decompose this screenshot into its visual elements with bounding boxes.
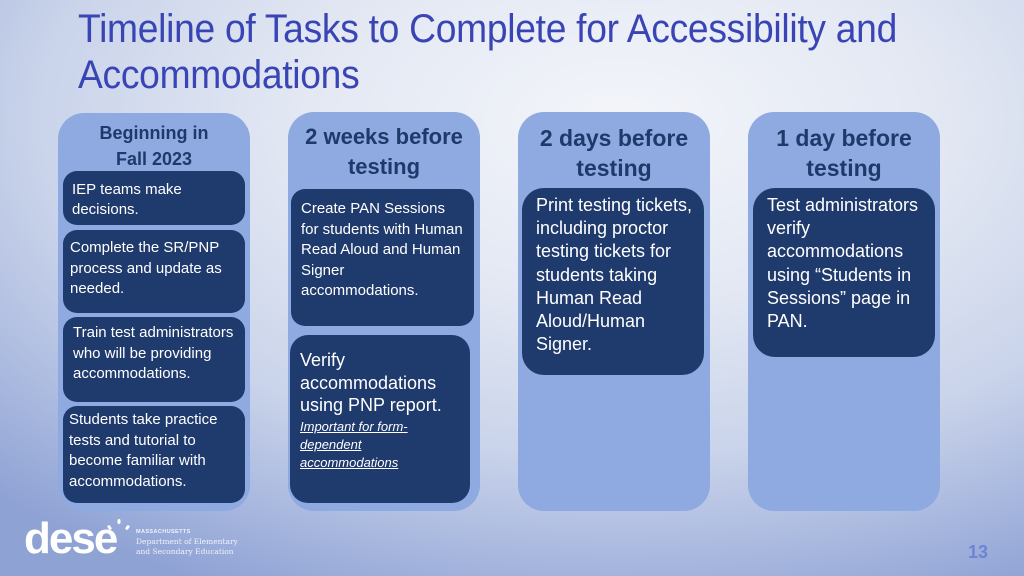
logo-org-line1: Department of Elementary [136, 537, 238, 546]
timeline-column-1-day: 1 day before testing Test administrators… [748, 112, 940, 511]
column-heading: Beginning in Fall 2023 [99, 123, 209, 169]
task-text: Complete the SR/PNP process and update a… [70, 239, 222, 297]
task-text: Create PAN Sessions for students with Hu… [301, 200, 463, 299]
task-text: Students take practice tests and tutoria… [69, 411, 218, 490]
task-text: Train test administrators who will be pr… [73, 324, 234, 382]
logo-wordmark: dese [24, 514, 118, 563]
task-text: Verify accommodations using PNP report. [300, 350, 442, 415]
task-box: Print testing tickets, including proctor… [522, 188, 704, 375]
task-box: Test administrators verify accommodation… [753, 188, 935, 357]
timeline-column-fall-2023: Beginning in Fall 2023 IEP teams make de… [58, 113, 250, 511]
page-number: 13 [967, 542, 988, 562]
task-note-link[interactable]: Important for form-dependent accommodati… [300, 418, 460, 472]
task-box: IEP teams make decisions. [63, 171, 245, 225]
task-box: Verify accommodations using PNP report. … [290, 335, 470, 503]
timeline-column-2-weeks: 2 weeks before testing Create PAN Sessio… [288, 112, 480, 511]
logo-state: MASSACHUSETTS [136, 529, 191, 535]
task-text: Test administrators verify accommodation… [767, 195, 919, 332]
slide-title: Timeline of Tasks to Complete for Access… [78, 7, 897, 97]
sunburst-icon [107, 519, 130, 530]
task-box: Students take practice tests and tutoria… [63, 406, 245, 503]
column-heading: 2 weeks before testing [305, 124, 463, 179]
task-box: Create PAN Sessions for students with Hu… [291, 189, 474, 326]
task-text: IEP teams make decisions. [72, 181, 182, 218]
column-heading: 1 day before testing [776, 125, 912, 181]
task-box: Train test administrators who will be pr… [63, 317, 245, 402]
timeline-column-2-days: 2 days before testing Print testing tick… [518, 112, 710, 511]
logo-org-name: MASSACHUSETTS Department of Elementary a… [136, 528, 238, 557]
logo-org-line2: and Secondary Education [136, 547, 234, 556]
dese-logo: dese MASSACHUSETTS Department of Element… [24, 517, 264, 561]
column-heading: 2 days before testing [539, 125, 689, 181]
task-box: Complete the SR/PNP process and update a… [63, 230, 245, 313]
task-text: Print testing tickets, including proctor… [536, 195, 693, 355]
